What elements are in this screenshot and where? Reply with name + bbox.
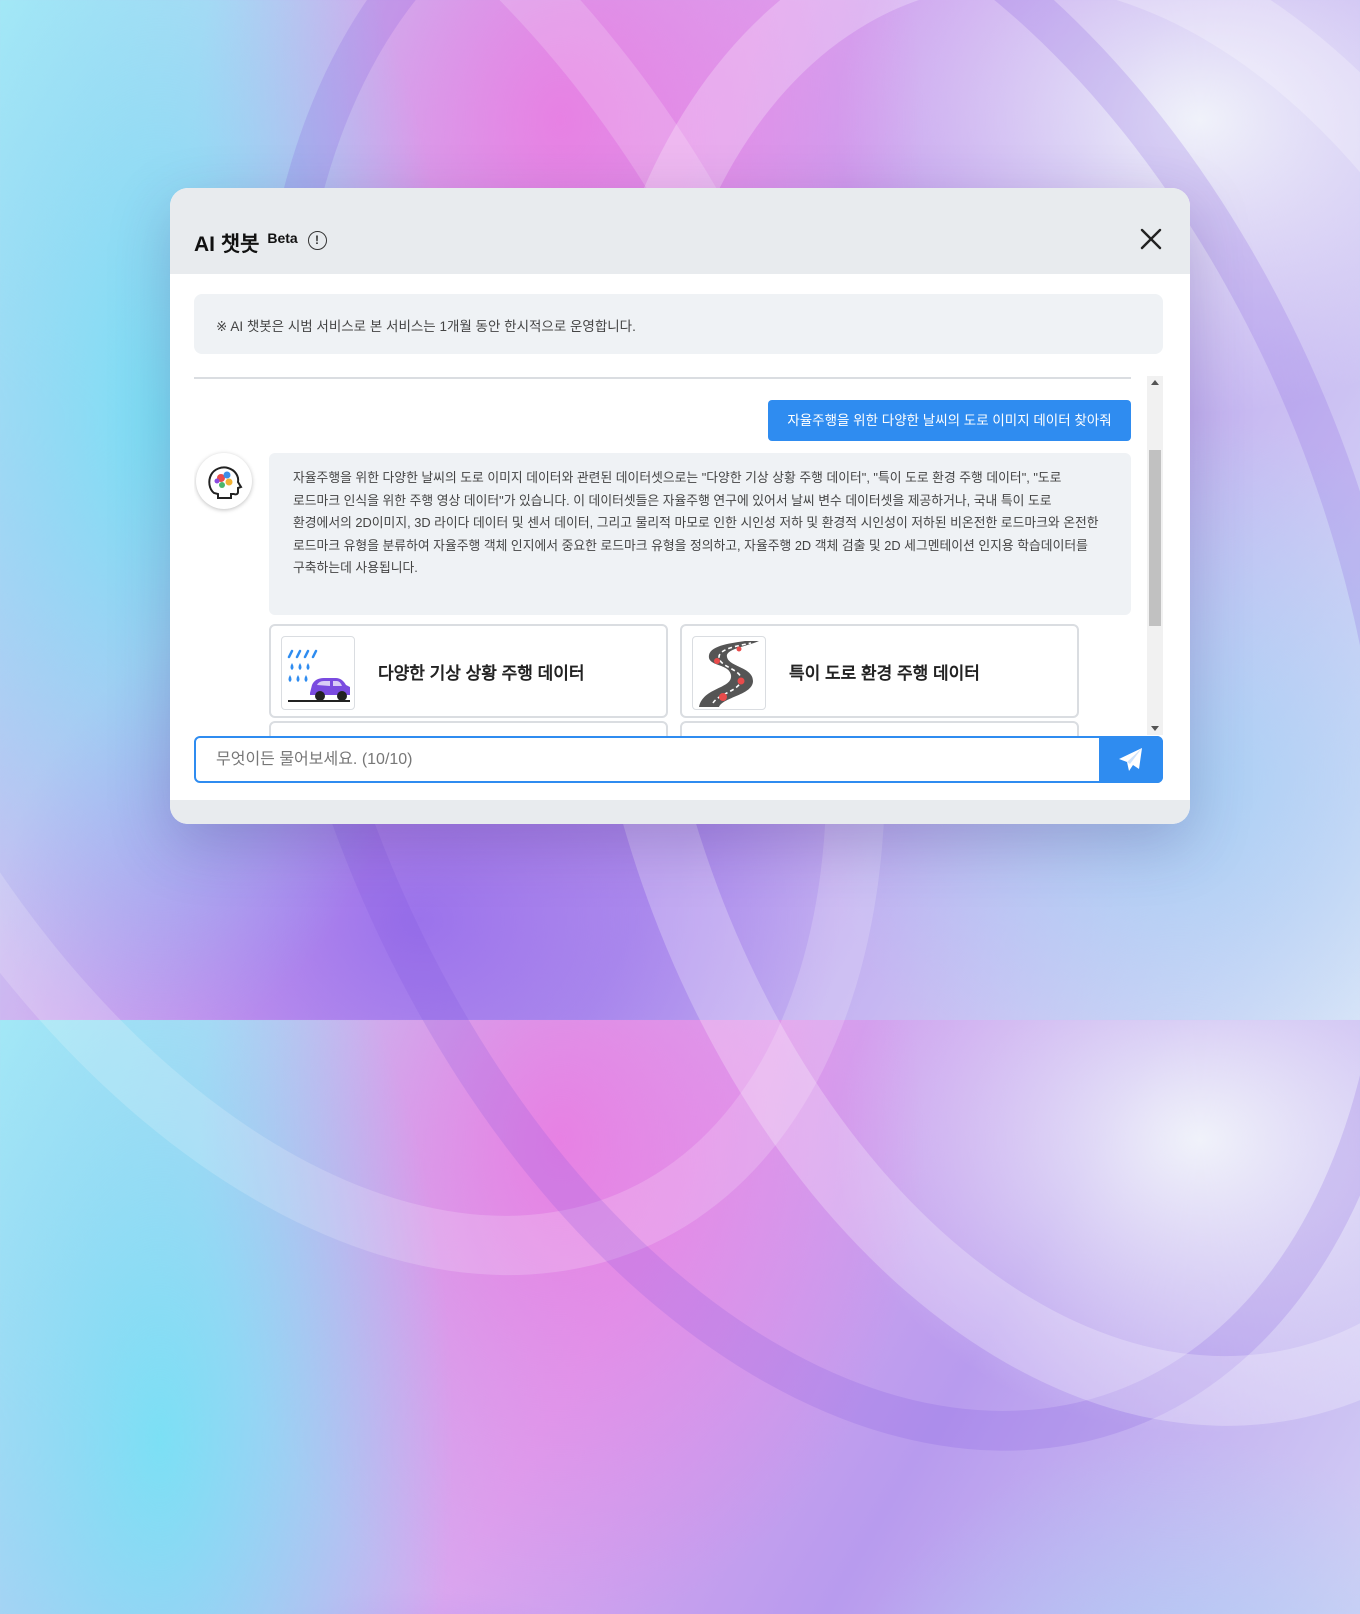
dialog-footer bbox=[170, 800, 1190, 824]
scrollbar-thumb[interactable] bbox=[1149, 450, 1161, 626]
notice-text: ※ AI 챗봇은 시범 서비스로 본 서비스는 1개월 동안 한시적으로 운영합… bbox=[216, 319, 636, 334]
scroll-up-arrow-icon[interactable] bbox=[1151, 380, 1159, 385]
dataset-card[interactable]: 특이 도로 환경 주행 데이터 bbox=[680, 624, 1079, 718]
dataset-card[interactable] bbox=[269, 721, 668, 737]
dialog-header: AI 챗봇 Beta ! bbox=[170, 188, 1190, 274]
beta-label: Beta bbox=[267, 230, 298, 246]
service-notice: ※ AI 챗봇은 시범 서비스로 본 서비스는 1개월 동안 한시적으로 운영합… bbox=[194, 294, 1163, 354]
scroll-down-arrow-icon[interactable] bbox=[1151, 726, 1159, 731]
dataset-card[interactable]: 다양한 기상 상황 주행 데이터 bbox=[269, 624, 668, 718]
chat-input[interactable] bbox=[196, 738, 1096, 781]
rain-car-icon bbox=[287, 649, 350, 702]
dataset-card[interactable] bbox=[680, 721, 1079, 737]
close-icon bbox=[1140, 228, 1162, 250]
chat-scrollbar[interactable] bbox=[1147, 376, 1163, 735]
user-message-bubble: 자율주행을 위한 다양한 날씨의 도로 이미지 데이터 찾아줘 bbox=[768, 400, 1131, 441]
close-button[interactable] bbox=[1138, 226, 1164, 252]
chat-message-list[interactable]: 자율주행을 위한 다양한 날씨의 도로 이미지 데이터 찾아줘 자율주행을 위한… bbox=[194, 377, 1131, 737]
ai-brain-head-icon bbox=[208, 466, 243, 499]
bot-message-bubble: 자율주행을 위한 다양한 날씨의 도로 이미지 데이터와 관련된 데이터셋으로는… bbox=[269, 453, 1131, 615]
bot-avatar bbox=[196, 453, 252, 509]
card-title: 특이 도로 환경 주행 데이터 bbox=[789, 664, 980, 683]
card-thumbnail bbox=[281, 636, 355, 710]
chat-input-container bbox=[194, 736, 1163, 783]
dialog-title-text: AI 챗봇 bbox=[194, 233, 260, 256]
send-button[interactable] bbox=[1099, 736, 1163, 783]
chatbot-dialog: AI 챗봇 Beta ! ※ AI 챗봇은 시범 서비스로 본 서비스는 1개월… bbox=[170, 188, 1190, 824]
paper-plane-icon bbox=[1119, 748, 1142, 771]
card-title: 다양한 기상 상황 주행 데이터 bbox=[378, 664, 585, 683]
info-circle-icon[interactable]: ! bbox=[307, 231, 327, 250]
dialog-title: AI 챗봇 Beta ! bbox=[194, 228, 327, 258]
winding-road-icon bbox=[699, 641, 759, 707]
card-thumbnail bbox=[692, 636, 766, 710]
